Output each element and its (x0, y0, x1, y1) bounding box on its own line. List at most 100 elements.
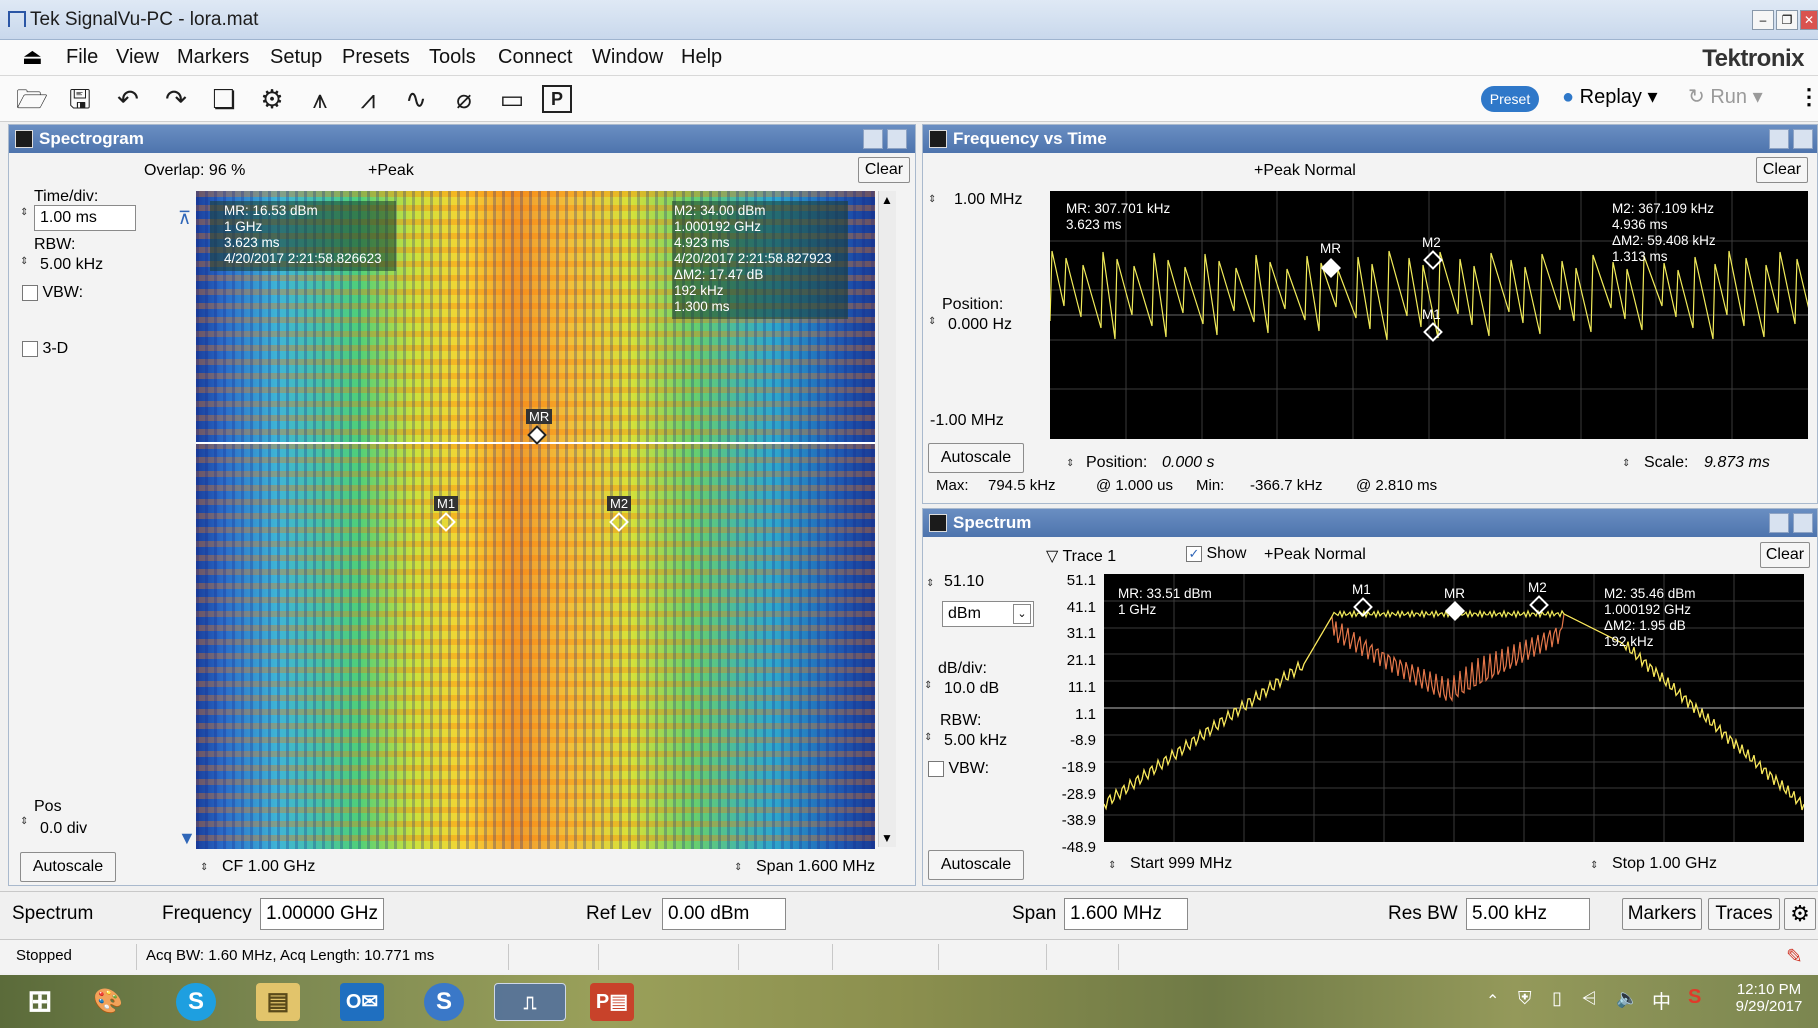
spectrum-vbw-checkbox[interactable]: VBW: (928, 760, 989, 778)
fvt-top-spin-icon[interactable]: ⇕ (928, 194, 936, 205)
fvt-pos-time-spin-icon[interactable]: ⇕ (1066, 458, 1074, 469)
minimize-button[interactable]: – (1752, 10, 1774, 30)
spectrum-rbw-value[interactable]: 5.00 kHz (944, 732, 1007, 750)
vbw-checkbox-box[interactable] (22, 284, 38, 301)
battery-icon[interactable]: ▯ (1552, 988, 1562, 1009)
run-button[interactable]: ↻ Run ▾ (1688, 84, 1763, 109)
save-icon[interactable]: 🖫 (62, 82, 98, 116)
panel-restore-button[interactable] (863, 129, 883, 149)
vbw-checkbox[interactable]: VBW: (22, 284, 83, 302)
menu-connect[interactable]: Connect (498, 46, 573, 69)
menu-view[interactable]: View (116, 46, 159, 69)
fvt-pos-time-value[interactable]: 0.000 s (1162, 454, 1214, 472)
time-div-field[interactable]: 1.00 ms (34, 205, 136, 231)
network-icon[interactable]: ⩤ (1582, 988, 1596, 1009)
acquire-icon[interactable]: ∿ (398, 82, 434, 116)
panel-close-button[interactable] (1793, 129, 1813, 149)
markers-button[interactable]: Markers (1622, 898, 1702, 930)
undo-icon[interactable]: ↶ (110, 82, 146, 116)
pos-spin-icon[interactable]: ⇕ (20, 816, 28, 827)
unit-select[interactable]: dBm ⌄ (942, 601, 1034, 627)
volume-muted-icon[interactable]: 🔈 (1616, 988, 1638, 1009)
top-time-handle-icon[interactable]: ⊼ (178, 208, 191, 229)
ref-spin-icon[interactable]: ⇕ (926, 578, 934, 589)
spectrum-rbw-spin-icon[interactable]: ⇕ (924, 732, 932, 743)
menu-presets[interactable]: Presets (342, 46, 410, 69)
connection-status-icon[interactable]: ✎ (1786, 944, 1803, 969)
cf-value[interactable]: CF 1.00 GHz (222, 858, 315, 876)
preset-button[interactable]: Preset (1481, 86, 1539, 112)
replay-button[interactable]: ● Replay ▾ (1562, 84, 1658, 109)
spectrum-vbw-checkbox-box[interactable] (928, 760, 944, 777)
fvt-position-value[interactable]: 0.000 Hz (948, 316, 1012, 334)
rbw-value[interactable]: 5.00 kHz (40, 256, 103, 274)
fvt-autoscale-button[interactable]: Autoscale (928, 443, 1024, 473)
signalvu-taskbar-app[interactable]: ⎍ (494, 983, 566, 1021)
span-field[interactable]: 1.600 MHz (1064, 898, 1188, 930)
stop-value[interactable]: Stop 1.00 GHz (1612, 855, 1717, 873)
file-explorer-icon[interactable]: ▤ (256, 983, 300, 1021)
powerpoint-icon[interactable]: P▤ (590, 983, 634, 1021)
windows-start-icon[interactable]: ⊞ (18, 983, 62, 1021)
panel-restore-button[interactable] (1769, 129, 1789, 149)
show-checkbox-box[interactable]: ✓ (1186, 545, 1202, 562)
menu-markers[interactable]: Markers (177, 46, 249, 69)
cf-spin-icon[interactable]: ⇕ (200, 862, 208, 873)
analysis-icon[interactable]: ⌀ (446, 82, 482, 116)
dbdiv-value[interactable]: 10.0 dB (944, 680, 999, 698)
ref-value[interactable]: 51.10 (944, 573, 984, 591)
span-spin-icon[interactable]: ⇕ (734, 862, 742, 873)
settings-gear-icon[interactable]: ⚙ (1784, 898, 1816, 930)
eject-icon[interactable]: ⏏ (22, 44, 43, 70)
scroll-down-icon[interactable]: ▼ (881, 831, 893, 845)
trigger-icon[interactable]: ⩘ (350, 82, 386, 116)
fvt-position-spin-icon[interactable]: ⇕ (928, 316, 936, 327)
traces-button[interactable]: Traces (1708, 898, 1780, 930)
menu-help[interactable]: Help (681, 46, 722, 69)
security-shield-icon[interactable]: ⛨ (1518, 988, 1532, 1009)
rbw-spin-icon[interactable]: ⇕ (20, 256, 28, 267)
skype-icon[interactable]: S (176, 983, 216, 1021)
frequency-field[interactable]: 1.00000 GHz (260, 898, 384, 930)
ref-lev-field[interactable]: 0.00 dBm (662, 898, 786, 930)
fvt-plot[interactable]: MR: 307.701 kHz 3.623 ms M2: 367.109 kHz… (1050, 191, 1808, 439)
unit-dropdown-icon[interactable]: ⌄ (1013, 604, 1031, 624)
menu-file[interactable]: File (66, 46, 98, 69)
clock[interactable]: 12:10 PM 9/29/2017 (1728, 981, 1810, 1015)
menu-window[interactable]: Window (592, 46, 663, 69)
signalvu-s-icon[interactable]: S (424, 983, 464, 1021)
menu-tools[interactable]: Tools (429, 46, 476, 69)
spectrogram-autoscale-button[interactable]: Autoscale (20, 852, 116, 882)
displays-icon[interactable]: ❏ (206, 82, 242, 116)
ime-indicator[interactable]: 中 (1652, 987, 1671, 1014)
trace-selector[interactable]: ▽ Trace 1 (1046, 546, 1116, 566)
paint-icon[interactable]: 🎨 (86, 983, 130, 1021)
scroll-up-icon[interactable]: ▲ (881, 193, 893, 207)
menu-setup[interactable]: Setup (270, 46, 322, 69)
pos-value[interactable]: 0.0 div (40, 820, 87, 838)
stop-spin-icon[interactable]: ⇕ (1590, 860, 1598, 871)
fvt-clear-button[interactable]: Clear (1756, 157, 1808, 183)
dbdiv-spin-icon[interactable]: ⇕ (924, 680, 932, 691)
start-spin-icon[interactable]: ⇕ (1108, 860, 1116, 871)
input-method-icon[interactable]: S (1688, 986, 1701, 1009)
amplitude-icon[interactable]: ⩚ (302, 82, 338, 116)
spectrogram-clear-button[interactable]: Clear (858, 157, 910, 183)
start-value[interactable]: Start 999 MHz (1130, 855, 1232, 873)
spectrogram-scrollbar[interactable]: ▲ ▼ (878, 191, 896, 847)
record-icon[interactable]: ▭ (494, 82, 530, 116)
close-button[interactable]: ✕ (1800, 10, 1818, 30)
presets-p-icon[interactable]: P (542, 85, 572, 113)
time-div-spin-icon[interactable]: ⇕ (20, 207, 28, 218)
threed-checkbox[interactable]: 3-D (22, 340, 68, 358)
panel-close-button[interactable] (887, 129, 907, 149)
maximize-button[interactable]: ❐ (1776, 10, 1798, 30)
open-folder-icon[interactable]: 🗁 (14, 82, 50, 116)
outlook-icon[interactable]: O✉ (340, 983, 384, 1021)
panel-close-button[interactable] (1793, 513, 1813, 533)
show-checkbox[interactable]: ✓ Show (1186, 545, 1246, 563)
fvt-top-value[interactable]: 1.00 MHz (954, 191, 1022, 209)
span-value[interactable]: Span 1.600 MHz (756, 858, 875, 876)
show-hidden-icons-icon[interactable]: ⌃ (1486, 991, 1499, 1011)
panel-restore-button[interactable] (1769, 513, 1789, 533)
